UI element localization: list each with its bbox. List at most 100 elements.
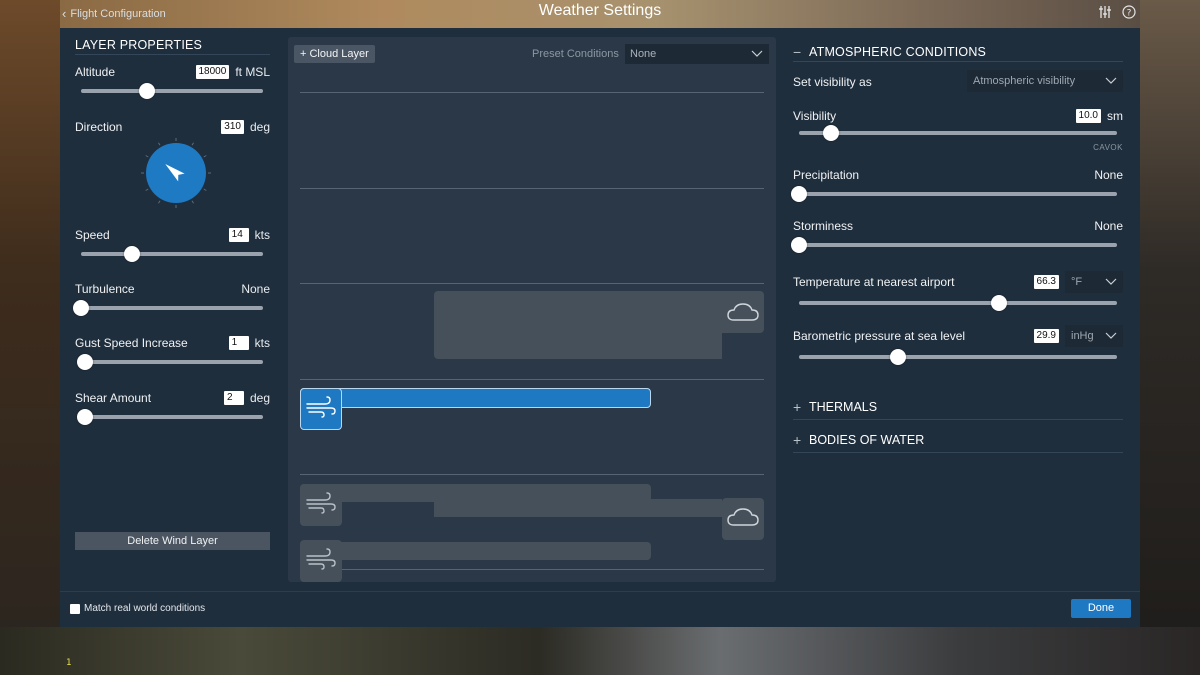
match-real-world-checkbox[interactable]: [70, 603, 80, 614]
divider: [793, 61, 1123, 62]
chevron-down-icon: [751, 44, 763, 72]
speed-slider[interactable]: [81, 246, 263, 262]
scenery-right: [1140, 0, 1200, 675]
visibility-row: Visibility 10.0 sm CAVOK: [793, 109, 1123, 152]
cockpit-number: 1: [66, 658, 72, 668]
pressure-unit-select[interactable]: inHg: [1065, 325, 1123, 347]
visibility-mode-label: Set visibility as: [793, 75, 872, 89]
visibility-mode-select[interactable]: Atmospheric visibility: [967, 70, 1123, 92]
dial-tick: [191, 142, 194, 146]
thermals-section-header[interactable]: + THERMALS: [793, 399, 1123, 415]
delete-wind-layer-button[interactable]: Delete Wind Layer: [75, 532, 270, 550]
visibility-unit: sm: [1107, 109, 1123, 123]
collapse-icon: −: [793, 44, 802, 60]
gust-input[interactable]: 1: [228, 336, 249, 350]
pressure-slider[interactable]: [799, 349, 1117, 365]
match-real-world-row[interactable]: Match real world conditions: [70, 603, 205, 614]
speed-slider-thumb[interactable]: [123, 246, 140, 262]
altitude-gridline: [300, 92, 764, 93]
speed-label: Speed: [75, 228, 110, 242]
temperature-label: Temperature at nearest airport: [793, 275, 955, 289]
gust-slider-thumb[interactable]: [76, 354, 93, 370]
cloud-icon: [726, 506, 760, 533]
bodies-of-water-section-header[interactable]: + BODIES OF WATER: [793, 432, 1123, 448]
altitude-label: Altitude: [75, 65, 116, 79]
chevron-down-icon: [1105, 325, 1117, 356]
wind-icon: [305, 547, 337, 575]
visibility-slider-thumb[interactable]: [822, 125, 839, 141]
direction-dial[interactable]: [141, 138, 211, 208]
divider: [75, 54, 270, 55]
header-bar: ‹ Flight Configuration Weather Settings …: [60, 0, 1140, 28]
pressure-slider-thumb[interactable]: [889, 349, 906, 365]
shear-input[interactable]: 2: [223, 391, 244, 405]
gust-row: Gust Speed Increase 1 kts: [75, 336, 270, 370]
altitude-slider[interactable]: [81, 83, 263, 99]
active-wind-layer-bar[interactable]: [300, 388, 651, 408]
shear-slider-thumb[interactable]: [76, 409, 93, 425]
weather-panel: LAYER PROPERTIES Altitude 18000 ft MSL D…: [60, 28, 1140, 627]
dial-tick: [158, 142, 161, 146]
altitude-gridline: [300, 283, 764, 284]
shear-label: Shear Amount: [75, 391, 152, 405]
wind-icon: [305, 395, 337, 423]
precipitation-slider-thumb[interactable]: [791, 186, 807, 202]
sliders-icon[interactable]: [1098, 5, 1112, 22]
wind-layer-tile[interactable]: [300, 540, 342, 582]
cloud-layer-block[interactable]: [434, 499, 722, 517]
altitude-gridline: [300, 188, 764, 189]
wind-layer-tile[interactable]: [300, 484, 342, 526]
dial-tick: [145, 155, 149, 158]
shear-slider[interactable]: [76, 409, 263, 425]
temperature-input[interactable]: 66.3: [1033, 275, 1059, 289]
shear-unit: deg: [249, 391, 270, 405]
speed-input[interactable]: 14: [228, 228, 249, 242]
cloud-layer-tile[interactable]: [722, 498, 764, 540]
preset-conditions-label: Preset Conditions: [532, 48, 619, 60]
shear-row: Shear Amount 2 deg: [75, 391, 270, 425]
add-cloud-layer-button[interactable]: + Cloud Layer: [294, 45, 375, 63]
active-wind-layer-tile[interactable]: [300, 388, 342, 430]
temperature-unit-select[interactable]: °F: [1065, 271, 1123, 293]
atmospheric-conditions-header[interactable]: − ATMOSPHERIC CONDITIONS: [793, 44, 986, 60]
preset-conditions-select[interactable]: None: [625, 44, 769, 64]
cavok-label: CAVOK: [1093, 143, 1123, 152]
pressure-input[interactable]: 29.9: [1033, 329, 1059, 343]
gust-slider[interactable]: [76, 354, 263, 370]
temperature-slider-thumb[interactable]: [991, 295, 1008, 311]
altitude-unit: ft MSL: [235, 65, 270, 79]
visibility-slider[interactable]: [799, 125, 1117, 141]
temperature-unit: °F: [1071, 276, 1083, 288]
expand-icon: +: [793, 432, 802, 448]
wind-layer-bar[interactable]: [300, 542, 651, 560]
turbulence-slider[interactable]: [73, 300, 263, 316]
precipitation-label: Precipitation: [793, 168, 860, 182]
page-title: Weather Settings: [538, 2, 662, 19]
bodies-of-water-title: BODIES OF WATER: [809, 433, 925, 447]
storminess-value: None: [1094, 219, 1123, 233]
turbulence-slider-thumb[interactable]: [73, 300, 89, 316]
gust-label: Gust Speed Increase: [75, 336, 188, 350]
dial-tick: [203, 188, 207, 191]
visibility-mode-row: Set visibility as Atmospheric visibility: [793, 70, 1123, 94]
help-icon[interactable]: ?: [1122, 5, 1136, 22]
storminess-slider-thumb[interactable]: [791, 237, 807, 253]
cloud-layer-block[interactable]: [434, 291, 722, 359]
altitude-slider-thumb[interactable]: [138, 83, 155, 99]
temperature-slider[interactable]: [799, 295, 1117, 311]
scenery-left: [0, 0, 60, 675]
visibility-input[interactable]: 10.0: [1075, 109, 1101, 123]
svg-text:?: ?: [1127, 9, 1132, 19]
done-button[interactable]: Done: [1071, 599, 1131, 618]
storminess-label: Storminess: [793, 219, 854, 233]
direction-input[interactable]: 310: [221, 120, 244, 134]
precipitation-slider[interactable]: [791, 186, 1117, 202]
storminess-slider[interactable]: [791, 237, 1117, 253]
match-real-world-label: Match real world conditions: [84, 603, 206, 614]
expand-icon: +: [793, 399, 802, 415]
dial-tick: [145, 188, 149, 191]
turbulence-value: None: [241, 282, 270, 296]
chevron-down-icon: [1105, 271, 1117, 302]
altitude-input[interactable]: 18000: [195, 65, 230, 79]
chevron-down-icon: [1105, 70, 1117, 101]
